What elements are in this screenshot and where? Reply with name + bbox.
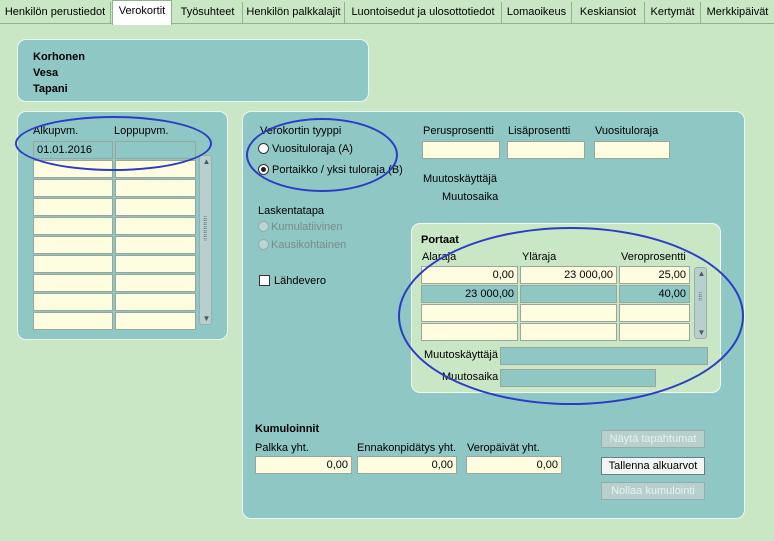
- basic-percent-label: Perusprosentti: [423, 125, 494, 137]
- col-header-start-date: Alkupvm.: [33, 125, 79, 137]
- card-start-date-cell[interactable]: [33, 255, 113, 273]
- tab-henkilon-palkkalajit[interactable]: Henkilön palkkalajit: [243, 2, 345, 23]
- card-end-date-cell[interactable]: [115, 160, 196, 178]
- tax-card-type-label: Verokortin tyyppi: [260, 125, 342, 137]
- card-end-date-cell[interactable]: [115, 255, 196, 273]
- tax-card-scrollbar[interactable]: ▲ ⠿ ⠿ ⠿ ⠿ ⠿ ⠿ ▼: [199, 155, 212, 325]
- person-second-name: Tapani: [33, 83, 68, 95]
- card-start-date-cell[interactable]: [33, 160, 113, 178]
- taxdays-total-field[interactable]: 0,00: [466, 456, 562, 474]
- reset-cumulation-button[interactable]: Nollaa kumulointi: [601, 482, 705, 500]
- radio-vuosituloraja[interactable]: [258, 143, 269, 154]
- card-start-date-cell[interactable]: [33, 217, 113, 235]
- tax-card-detail-panel: Verokortin tyyppi Vuosituloraja (A) Port…: [242, 111, 745, 519]
- card-end-date-cell[interactable]: [115, 179, 196, 197]
- step-upper-cell[interactable]: 23 000,00: [520, 266, 617, 284]
- step-lower-cell[interactable]: 23 000,00: [421, 285, 518, 303]
- cumulations-title: Kumuloinnit: [255, 423, 320, 435]
- steps-scroll-grip-icon[interactable]: ⠿ ⠿: [698, 293, 704, 303]
- card-end-date-cell[interactable]: [115, 141, 196, 159]
- taxdays-total-label: Veropäivät yht.: [467, 442, 540, 454]
- step-percent-cell[interactable]: [619, 323, 690, 341]
- radio-kumulatiivinen-label: Kumulatiivinen: [271, 221, 343, 233]
- step-upper-cell[interactable]: [520, 285, 617, 303]
- card-start-date-cell[interactable]: [33, 274, 113, 292]
- col-header-lower: Alaraja: [422, 251, 457, 263]
- col-header-percent: Veroprosentti: [621, 251, 686, 263]
- steps-modified-field: [500, 369, 656, 387]
- card-end-date-cell[interactable]: [115, 274, 196, 292]
- card-end-date-cell[interactable]: [115, 198, 196, 216]
- calc-method-label: Laskentatapa: [258, 205, 325, 217]
- card-end-date-cell[interactable]: [115, 236, 196, 254]
- card-start-date-cell[interactable]: [33, 236, 113, 254]
- salary-total-label: Palkka yht.: [255, 442, 309, 454]
- annual-limit-field[interactable]: [594, 141, 670, 159]
- radio-selected-dot: [261, 167, 266, 172]
- person-panel: Korhonen Vesa Tapani: [17, 39, 369, 102]
- card-end-date-cell[interactable]: [115, 217, 196, 235]
- step-lower-cell[interactable]: [421, 304, 518, 322]
- tab-bar: Henkilön perustiedot Verokortit Työsuhte…: [0, 0, 774, 25]
- person-last-name: Korhonen: [33, 51, 85, 63]
- tab-lomaoikeus[interactable]: Lomaoikeus: [502, 2, 572, 23]
- col-header-upper: Yläraja: [522, 251, 557, 263]
- step-percent-cell[interactable]: [619, 304, 690, 322]
- steps-modifier-label: Muutoskäyttäjä: [424, 349, 498, 361]
- withholding-label: Lähdevero: [274, 275, 326, 287]
- radio-kumulatiivinen[interactable]: [258, 221, 269, 232]
- tax-card-list-panel: Alkupvm. Loppupvm. 01.01.2016 ▲ ⠿ ⠿ ⠿ ⠿ ⠿ ⠿ ▼: [17, 111, 228, 340]
- steps-modifier-field: [500, 347, 708, 365]
- annual-limit-label: Vuosituloraja: [595, 125, 659, 137]
- steps-title: Portaat: [421, 234, 459, 246]
- tab-luontoisedut[interactable]: Luontoisedut ja ulosottotiedot: [345, 2, 502, 23]
- save-initial-values-button[interactable]: Tallenna alkuarvot: [601, 457, 705, 475]
- steps-panel: Portaat Alaraja Yläraja Veroprosentti 0,…: [411, 223, 721, 393]
- steps-scroll-up-icon[interactable]: ▲: [697, 269, 706, 278]
- step-lower-cell[interactable]: 0,00: [421, 266, 518, 284]
- steps-scrollbar[interactable]: ▲ ⠿ ⠿ ▼: [694, 267, 707, 339]
- scroll-up-icon[interactable]: ▲: [202, 157, 211, 166]
- scroll-grip-icon[interactable]: ⠿ ⠿ ⠿ ⠿ ⠿ ⠿: [203, 217, 209, 243]
- withholding-total-label: Ennakonpidätys yht.: [357, 442, 457, 454]
- step-upper-cell[interactable]: [520, 323, 617, 341]
- step-lower-cell[interactable]: [421, 323, 518, 341]
- radio-vuosituloraja-label: Vuosituloraja (A): [272, 143, 353, 155]
- card-start-date-cell[interactable]: [33, 198, 113, 216]
- tab-kertymat[interactable]: Kertymät: [645, 2, 701, 23]
- card-modified-label: Muutosaika: [442, 191, 499, 203]
- step-percent-cell[interactable]: 40,00: [619, 285, 690, 303]
- extra-percent-field[interactable]: [507, 141, 585, 159]
- scroll-down-icon[interactable]: ▼: [202, 314, 211, 323]
- tab-keskiansiot[interactable]: Keskiansiot: [572, 2, 645, 23]
- steps-modified-label: Muutosaika: [442, 371, 499, 383]
- basic-percent-field[interactable]: [422, 141, 500, 159]
- card-modifier-label: Muutoskäyttäjä: [423, 173, 497, 185]
- salary-total-field[interactable]: 0,00: [255, 456, 352, 474]
- card-start-date-cell[interactable]: [33, 312, 113, 330]
- col-header-end-date: Loppupvm.: [114, 125, 169, 137]
- card-start-date-cell[interactable]: [33, 293, 113, 311]
- person-first-name: Vesa: [33, 67, 59, 79]
- withholding-total-field[interactable]: 0,00: [357, 456, 457, 474]
- extra-percent-label: Lisäprosentti: [508, 125, 571, 137]
- radio-portaikko[interactable]: [258, 164, 269, 175]
- card-start-date-cell[interactable]: [33, 179, 113, 197]
- tab-henkilon-perustiedot[interactable]: Henkilön perustiedot: [0, 2, 111, 23]
- card-start-date-cell[interactable]: 01.01.2016: [33, 141, 113, 159]
- card-end-date-cell[interactable]: [115, 312, 196, 330]
- radio-portaikko-label: Portaikko / yksi tuloraja (B): [272, 164, 403, 176]
- radio-kausikohtainen-label: Kausikohtainen: [271, 239, 347, 251]
- card-end-date-cell[interactable]: [115, 293, 196, 311]
- radio-kausikohtainen[interactable]: [258, 239, 269, 250]
- tab-merkkipaivat[interactable]: Merkkipäivät: [701, 2, 774, 23]
- withholding-checkbox[interactable]: [259, 275, 270, 286]
- steps-scroll-down-icon[interactable]: ▼: [697, 328, 706, 337]
- step-percent-cell[interactable]: 25,00: [619, 266, 690, 284]
- step-upper-cell[interactable]: [520, 304, 617, 322]
- show-events-button[interactable]: Näytä tapahtumat: [601, 430, 705, 448]
- tab-verokortit[interactable]: Verokortit: [112, 0, 172, 25]
- tab-tyosuhteet[interactable]: Työsuhteet: [173, 2, 243, 23]
